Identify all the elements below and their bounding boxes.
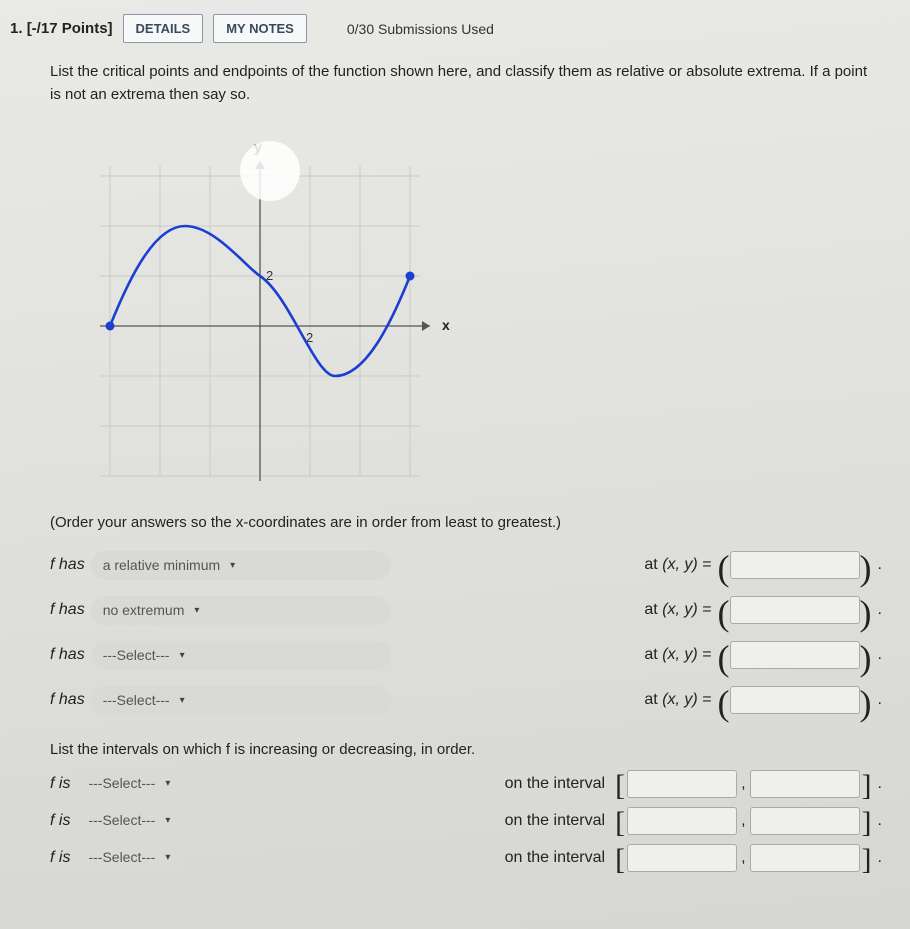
point-input-2[interactable] [730, 596, 860, 624]
point-input-3[interactable] [730, 641, 860, 669]
point-input-1[interactable] [730, 551, 860, 579]
at-xy-4: at (x, y) = [644, 688, 711, 712]
interval-b-1[interactable] [750, 770, 860, 798]
on-interval-label: on the interval [505, 772, 606, 796]
paren-close-1: ) [860, 558, 872, 580]
at-xy-1: at (x, y) = [644, 553, 711, 577]
interval-a-2[interactable] [627, 807, 737, 835]
glare-spot [240, 141, 300, 201]
interval-b-2[interactable] [750, 807, 860, 835]
endpoint-left [106, 322, 115, 331]
chevron-down-icon: ▾ [180, 693, 185, 708]
submissions-used: 0/30 Submissions Used [347, 21, 494, 37]
question-prompt: List the critical points and endpoints o… [50, 61, 882, 106]
answer-row-4: f has ---Select---▾ at (x, y) = ( ) . [50, 686, 882, 715]
classification-select-3[interactable]: ---Select---▾ [91, 641, 391, 670]
classification-select-2[interactable]: no extremum▾ [91, 596, 391, 625]
function-graph: x y 2 2 [50, 116, 470, 496]
classification-select-1[interactable]: a relative minimum▾ [91, 551, 391, 580]
answer-row-3: f has ---Select---▾ at (x, y) = ( ) . [50, 641, 882, 670]
chevron-down-icon: ▾ [165, 813, 170, 828]
interval-b-3[interactable] [750, 844, 860, 872]
question-number: 1. [-/17 Points] [10, 20, 113, 37]
at-xy-2: at (x, y) = [644, 598, 711, 622]
f-has-label: f has [50, 553, 85, 577]
chevron-down-icon: ▾ [194, 603, 199, 618]
at-xy-3: at (x, y) = [644, 643, 711, 667]
details-button[interactable]: DETAILS [123, 14, 204, 43]
interval-row-2: f is ---Select---▾ on the interval [ , ]… [50, 806, 882, 835]
on-interval-label: on the interval [505, 809, 606, 833]
f-has-label: f has [50, 688, 85, 712]
order-note: (Order your answers so the x-coordinates… [50, 512, 882, 535]
chevron-down-icon: ▾ [165, 850, 170, 865]
answer-row-1: f has a relative minimum▾ at (x, y) = ( … [50, 551, 882, 580]
question-header: 1. [-/17 Points] DETAILS MY NOTES 0/30 S… [10, 10, 892, 55]
x-axis-label: x [442, 317, 450, 333]
answer-row-2: f has no extremum▾ at (x, y) = ( ) . [50, 596, 882, 625]
interval-row-3: f is ---Select---▾ on the interval [ , ]… [50, 843, 882, 872]
classification-select-4[interactable]: ---Select---▾ [91, 686, 391, 715]
f-has-label: f has [50, 643, 85, 667]
point-input-4[interactable] [730, 686, 860, 714]
chevron-down-icon: ▾ [230, 558, 235, 573]
interval-a-3[interactable] [627, 844, 737, 872]
paren-open-1: ( [718, 558, 730, 580]
chevron-down-icon: ▾ [165, 776, 170, 791]
endpoint-right [406, 272, 415, 281]
my-notes-button[interactable]: MY NOTES [213, 14, 307, 43]
monotone-select-1[interactable]: ---Select---▾ [76, 769, 186, 798]
interval-row-1: f is ---Select---▾ on the interval [ , ]… [50, 769, 882, 798]
interval-a-1[interactable] [627, 770, 737, 798]
f-has-label: f has [50, 598, 85, 622]
monotone-select-3[interactable]: ---Select---▾ [76, 843, 186, 872]
monotone-select-2[interactable]: ---Select---▾ [76, 806, 186, 835]
intervals-prompt: List the intervals on which f is increas… [50, 739, 882, 762]
on-interval-label: on the interval [505, 846, 606, 870]
chevron-down-icon: ▾ [180, 648, 185, 663]
